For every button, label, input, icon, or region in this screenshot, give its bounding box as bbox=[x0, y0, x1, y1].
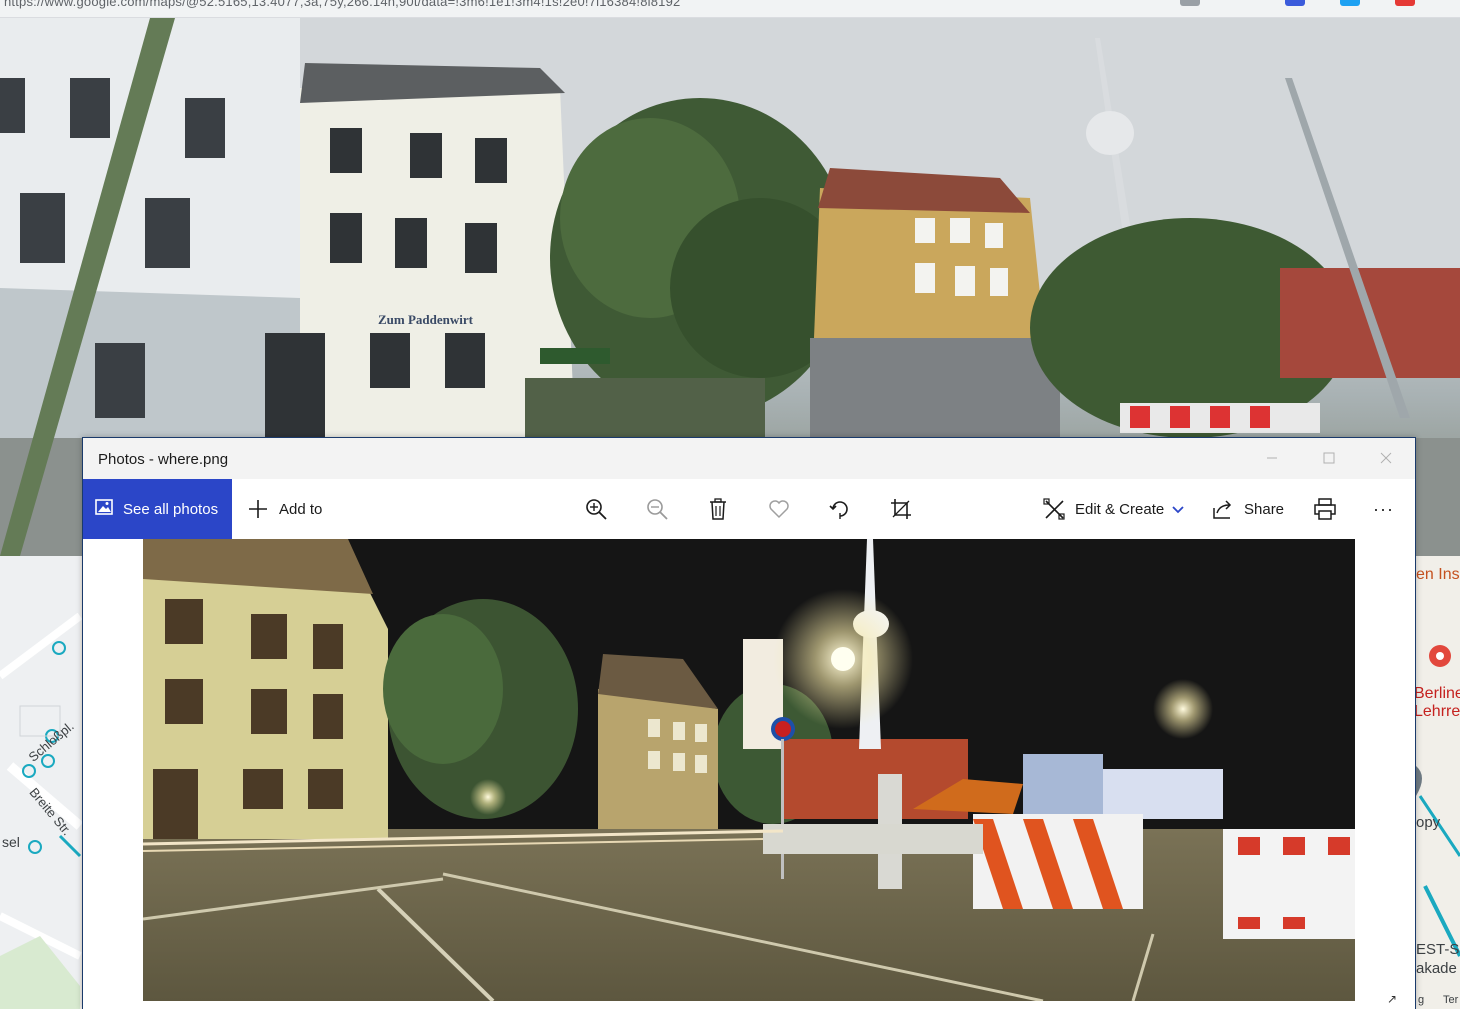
map-label: EST-S bbox=[1416, 941, 1460, 958]
map-label: Lehrre bbox=[1414, 703, 1460, 720]
map-label: en Ins bbox=[1416, 566, 1460, 583]
zoom-in-button[interactable] bbox=[583, 479, 609, 539]
edit-create-button[interactable]: Edit & Create bbox=[1041, 479, 1184, 539]
add-to-button[interactable]: Add to bbox=[245, 479, 322, 539]
delete-button[interactable] bbox=[705, 479, 731, 539]
map-label: opy bbox=[1416, 814, 1441, 831]
more-options-button[interactable]: ··· bbox=[1373, 479, 1394, 539]
minimize-icon bbox=[1266, 451, 1278, 467]
window-title: Photos - where.png bbox=[98, 451, 229, 468]
svg-text:Zum Paddenwirt: Zum Paddenwirt bbox=[378, 312, 474, 327]
more-options-icon: ··· bbox=[1373, 498, 1394, 519]
print-button[interactable] bbox=[1312, 479, 1338, 539]
extension-icon[interactable] bbox=[1180, 0, 1200, 6]
maximize-icon bbox=[1323, 451, 1335, 467]
image-viewer[interactable]: ↗ bbox=[83, 539, 1415, 1009]
chevron-down-icon bbox=[1172, 501, 1184, 518]
add-to-label: Add to bbox=[279, 500, 323, 518]
extension-icon[interactable] bbox=[1285, 0, 1305, 6]
crop-icon bbox=[888, 496, 914, 522]
desktop-screen: https://www.google.com/maps/@52.5165,13.… bbox=[0, 0, 1460, 1009]
map-label: Berline bbox=[1414, 685, 1460, 702]
map-label: sel bbox=[2, 834, 20, 850]
trash-icon bbox=[705, 496, 731, 522]
edit-create-label: Edit & Create bbox=[1075, 500, 1165, 518]
close-icon bbox=[1380, 451, 1392, 467]
edit-create-icon bbox=[1041, 496, 1067, 522]
map-label: g bbox=[1418, 994, 1425, 1006]
see-all-photos-button[interactable]: See all photos bbox=[83, 479, 232, 539]
printer-icon bbox=[1312, 496, 1338, 522]
title-bar[interactable]: Photos - where.png bbox=[83, 438, 1415, 479]
zoom-out-icon bbox=[644, 496, 670, 522]
share-button[interactable]: Share bbox=[1210, 479, 1284, 539]
share-icon bbox=[1210, 496, 1236, 522]
displayed-photo bbox=[143, 539, 1355, 1001]
map-label: akade bbox=[1416, 960, 1457, 977]
share-label: Share bbox=[1244, 500, 1285, 518]
close-button[interactable] bbox=[1357, 438, 1414, 479]
photos-toolbar: See all photos Add to Edit & Create Shar… bbox=[83, 479, 1415, 539]
zoom-out-button[interactable] bbox=[644, 479, 670, 539]
browser-url[interactable]: https://www.google.com/maps/@52.5165,13.… bbox=[4, 0, 680, 9]
minimize-button[interactable] bbox=[1243, 438, 1300, 479]
heart-icon bbox=[766, 496, 792, 522]
browser-address-strip: https://www.google.com/maps/@52.5165,13.… bbox=[0, 0, 1460, 18]
photo-gallery-icon bbox=[95, 499, 113, 519]
plus-icon bbox=[245, 496, 271, 522]
map-label: Ter bbox=[1443, 994, 1459, 1006]
maximize-button[interactable] bbox=[1300, 438, 1357, 479]
extension-icon[interactable] bbox=[1340, 0, 1360, 6]
see-all-photos-label: See all photos bbox=[123, 500, 219, 518]
resize-grip-icon[interactable]: ↗ bbox=[1387, 992, 1397, 1006]
crop-button[interactable] bbox=[888, 479, 914, 539]
photos-app-window[interactable]: Photos - where.png See all photos Add to… bbox=[82, 437, 1416, 1009]
rotate-icon bbox=[827, 496, 853, 522]
zoom-in-icon bbox=[583, 496, 609, 522]
rotate-button[interactable] bbox=[827, 479, 853, 539]
extension-icon[interactable] bbox=[1395, 0, 1415, 6]
night-street-photo bbox=[143, 539, 1355, 1001]
favorite-button[interactable] bbox=[766, 479, 792, 539]
